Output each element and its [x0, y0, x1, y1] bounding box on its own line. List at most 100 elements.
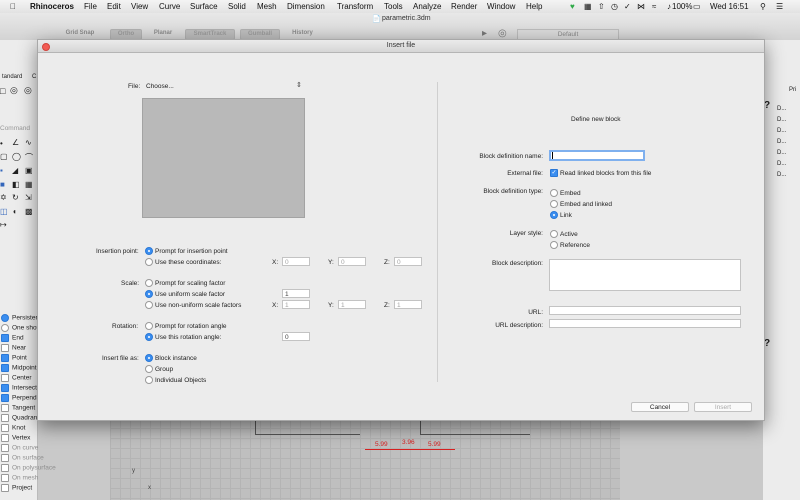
- rotate-tool-icon[interactable]: ↻: [12, 193, 19, 202]
- osnap-item[interactable]: Perpendi: [1, 394, 38, 402]
- arc-tool-icon[interactable]: ⌒: [25, 152, 33, 163]
- url-field[interactable]: [549, 306, 741, 315]
- osnap-checkbox[interactable]: [1, 354, 9, 362]
- osnap-item[interactable]: Project: [1, 484, 32, 492]
- dimension-tool-icon[interactable]: ↦: [0, 220, 7, 229]
- fillet-tool-icon[interactable]: ◢: [12, 166, 18, 175]
- move-tool-icon[interactable]: ✡: [0, 193, 7, 202]
- curve-tool-icon[interactable]: ∿: [25, 138, 32, 147]
- osnap-radio[interactable]: [1, 314, 9, 322]
- command-input[interactable]: Command: [0, 125, 30, 132]
- osnap-checkbox[interactable]: [1, 424, 9, 432]
- array-tool-icon[interactable]: ▩: [25, 207, 33, 216]
- osnap-item[interactable]: Quadrant: [1, 414, 39, 422]
- extrude-tool-icon[interactable]: ▣: [25, 166, 33, 175]
- transform-tool-icon[interactable]: ◫: [0, 207, 8, 216]
- layer-row[interactable]: D...: [777, 161, 786, 167]
- wifi-icon[interactable]: ≈: [652, 2, 656, 11]
- viewport[interactable]: 5.99 3.96 5.99 y x: [110, 418, 620, 500]
- menu-analyze[interactable]: Analyze: [413, 2, 441, 11]
- circle-tool-icon[interactable]: ◯: [12, 152, 21, 161]
- wireframe-sphere-icon[interactable]: ◎: [24, 85, 32, 96]
- new-file-icon[interactable]: □: [0, 86, 5, 96]
- block-description-field[interactable]: [549, 259, 741, 291]
- notification-list-icon[interactable]: ☰: [776, 2, 783, 11]
- point-tool-icon[interactable]: •: [0, 139, 3, 148]
- osnap-checkbox[interactable]: [1, 374, 9, 382]
- menu-tools[interactable]: Tools: [384, 2, 403, 11]
- status-heart-icon[interactable]: ♥: [570, 2, 575, 11]
- block-name-field[interactable]: [549, 150, 645, 161]
- menubar-clock[interactable]: Wed 16:51: [710, 2, 749, 11]
- osnap-item[interactable]: Knot: [1, 424, 25, 432]
- osnap-checkbox[interactable]: [1, 404, 9, 412]
- osnap-item[interactable]: One shot: [1, 324, 38, 332]
- menu-render[interactable]: Render: [451, 2, 477, 11]
- cancel-button[interactable]: Cancel: [631, 402, 689, 412]
- layer-row[interactable]: D...: [777, 172, 786, 178]
- history-button[interactable]: History: [285, 29, 320, 38]
- osnap-item[interactable]: End: [1, 334, 24, 342]
- record-history-icon[interactable]: ▸: [482, 28, 487, 39]
- insert-x-field[interactable]: 0: [282, 257, 310, 266]
- radio-embed-and-linked[interactable]: [550, 200, 558, 208]
- menu-edit[interactable]: Edit: [107, 2, 121, 11]
- osnap-checkbox[interactable]: [1, 344, 9, 352]
- apple-menu-icon[interactable]: : [10, 2, 16, 11]
- insert-button[interactable]: Insert: [694, 402, 752, 412]
- layer-target-icon[interactable]: ◎: [498, 28, 507, 39]
- select-tool-icon[interactable]: ▢: [0, 152, 8, 161]
- radio-layer-reference[interactable]: [550, 241, 558, 249]
- boolean-tool-icon[interactable]: ◧: [12, 180, 20, 189]
- spotlight-icon[interactable]: ⚲: [760, 2, 766, 11]
- radio-rotation-angle[interactable]: [145, 333, 153, 341]
- osnap-checkbox[interactable]: [1, 454, 9, 462]
- menu-curve[interactable]: Curve: [159, 2, 180, 11]
- bluetooth-icon[interactable]: ⋈: [637, 2, 645, 11]
- battery-icon[interactable]: ▭: [693, 2, 701, 11]
- osnap-item[interactable]: On mesh: [1, 474, 38, 482]
- read-linked-blocks-checkbox[interactable]: ✓: [550, 169, 558, 177]
- layer-row[interactable]: D...: [777, 150, 786, 156]
- radio-group[interactable]: [145, 365, 153, 373]
- menu-mesh[interactable]: Mesh: [257, 2, 277, 11]
- radio-embed[interactable]: [550, 189, 558, 197]
- osnap-checkbox[interactable]: [1, 474, 9, 482]
- osnap-item[interactable]: Near: [1, 344, 26, 352]
- osnap-checkbox[interactable]: [1, 384, 9, 392]
- uniform-scale-field[interactable]: 1: [282, 289, 310, 298]
- surface-tool-icon[interactable]: ▪: [0, 166, 3, 175]
- volume-icon[interactable]: ♪: [667, 2, 671, 11]
- radio-prompt-insertion-point[interactable]: [145, 247, 153, 255]
- layer-row[interactable]: D...: [777, 117, 786, 123]
- osnap-checkbox[interactable]: [1, 334, 9, 342]
- osnap-item[interactable]: Midpoint: [1, 364, 37, 372]
- scale-x-field[interactable]: 1: [282, 300, 310, 309]
- menu-dimension[interactable]: Dimension: [287, 2, 325, 11]
- battery-percent[interactable]: 100%: [672, 2, 692, 11]
- menu-transform[interactable]: Transform: [337, 2, 373, 11]
- status-upload-icon[interactable]: ⇧: [598, 2, 605, 11]
- osnap-checkbox[interactable]: [1, 444, 9, 452]
- solid-tool-icon[interactable]: ■: [0, 180, 5, 189]
- radio-individual-objects[interactable]: [145, 376, 153, 384]
- status-clock-icon[interactable]: ◷: [611, 2, 618, 11]
- radio-non-uniform-scale[interactable]: [145, 301, 153, 309]
- rotation-angle-field[interactable]: 0: [282, 332, 310, 341]
- scale-z-field[interactable]: 1: [394, 300, 422, 309]
- polyline-tool-icon[interactable]: ∠: [12, 138, 19, 147]
- osnap-checkbox[interactable]: [1, 434, 9, 442]
- tab-standard[interactable]: tandard: [2, 74, 22, 80]
- osnap-checkbox[interactable]: [1, 394, 9, 402]
- layer-row[interactable]: D...: [777, 139, 786, 145]
- menu-help[interactable]: Help: [526, 2, 542, 11]
- layer-row[interactable]: D...: [777, 106, 786, 112]
- osnap-checkbox[interactable]: [1, 464, 9, 472]
- radio-block-instance[interactable]: [145, 354, 153, 362]
- radio-uniform-scale[interactable]: [145, 290, 153, 298]
- osnap-item[interactable]: Vertex: [1, 434, 30, 442]
- radio-prompt-rotation[interactable]: [145, 322, 153, 330]
- radio-prompt-scale[interactable]: [145, 279, 153, 287]
- radio-link[interactable]: [550, 211, 558, 219]
- osnap-item[interactable]: Point: [1, 354, 27, 362]
